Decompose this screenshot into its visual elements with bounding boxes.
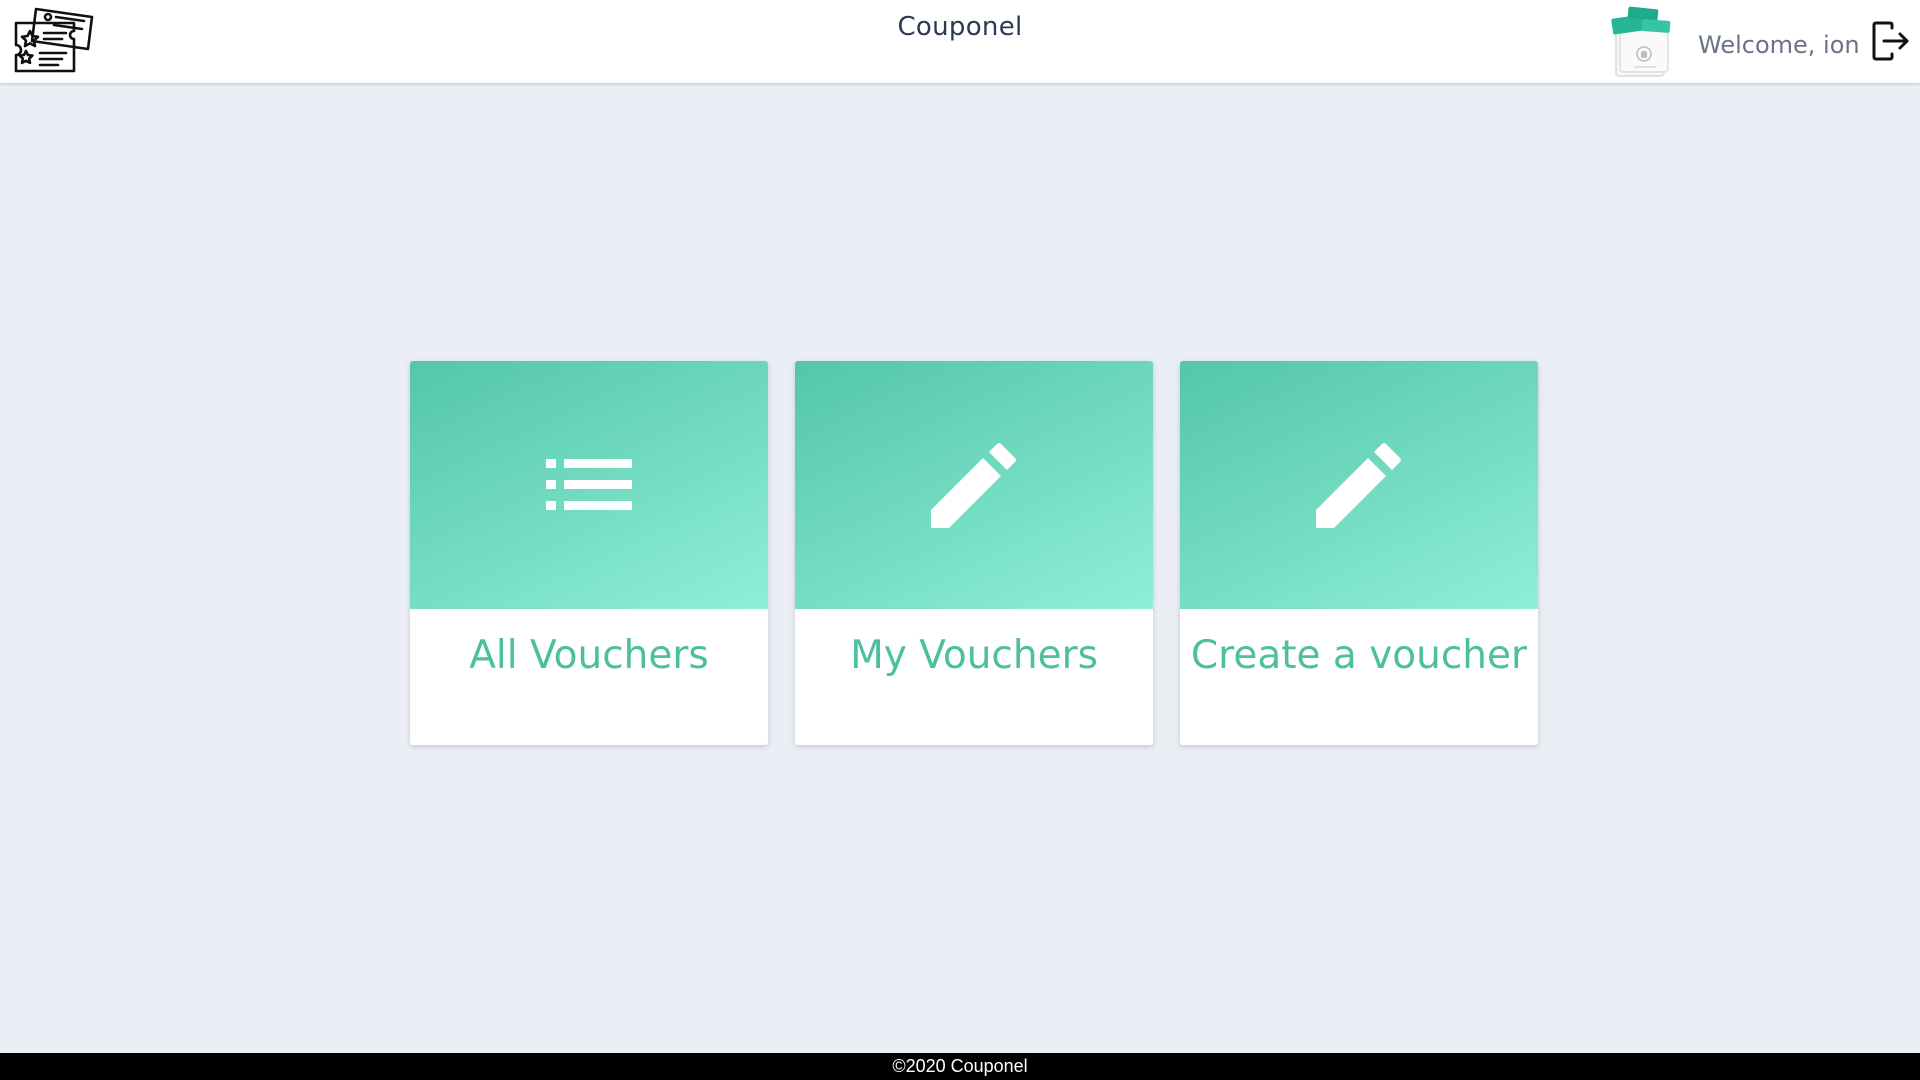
card-banner [1180, 361, 1538, 609]
footer: ©2020 Couponel [0, 1053, 1920, 1080]
welcome-text: Welcome, ion [1698, 31, 1860, 59]
card-banner [410, 361, 768, 609]
pencil-icon [931, 442, 1017, 528]
card-label-my-vouchers: My Vouchers [850, 633, 1098, 678]
card-my-vouchers[interactable]: My Vouchers [795, 361, 1153, 745]
list-icon [546, 459, 632, 511]
card-label-all-vouchers: All Vouchers [469, 633, 709, 678]
pencil-icon [1316, 442, 1402, 528]
card-banner [795, 361, 1153, 609]
footer-copyright: ©2020 Couponel [892, 1056, 1028, 1076]
page: Couponel Welcome, ion All Vouchers My Vo… [0, 0, 1920, 1080]
coupons-avatar-icon [1606, 6, 1674, 78]
card-all-vouchers[interactable]: All Vouchers [410, 361, 768, 745]
top-header: Couponel Welcome, ion [0, 0, 1920, 83]
card-label-create-voucher: Create a voucher [1190, 633, 1528, 678]
card-create-voucher[interactable]: Create a voucher [1180, 361, 1538, 745]
navigation-cards: All Vouchers My Vouchers Create a vouche… [410, 361, 1538, 745]
logout-icon[interactable] [1870, 20, 1910, 62]
